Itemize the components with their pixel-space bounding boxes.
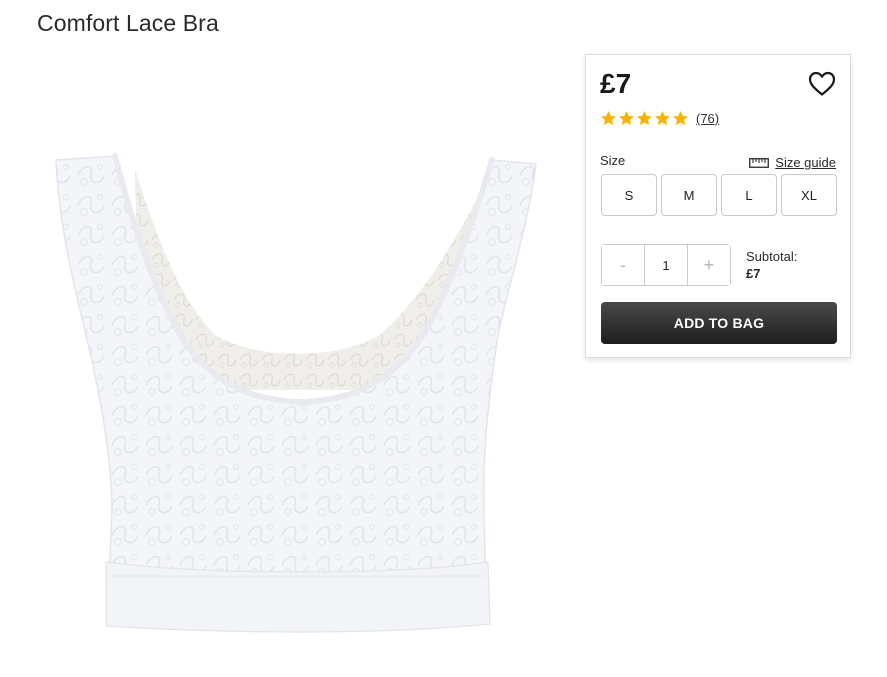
star-icon — [672, 111, 689, 126]
decrement-button[interactable]: - — [602, 245, 644, 285]
star-icon — [636, 111, 653, 126]
rating-stars — [600, 110, 689, 127]
product-image — [40, 130, 560, 650]
subtotal-label: Subtotal: — [746, 249, 798, 264]
size-option-xl[interactable]: XL — [781, 174, 837, 216]
star-icon — [654, 111, 671, 126]
purchase-panel: £7 (76) Size Size guide S M L XL - 1 + S… — [585, 54, 851, 358]
size-option-l[interactable]: L — [721, 174, 777, 216]
wishlist-button[interactable] — [808, 71, 836, 97]
quantity-input[interactable] — [644, 245, 688, 285]
quantity-stepper: - + — [601, 244, 731, 286]
product-page: Comfort Lace Bra £7 (76) Size Size guide… — [0, 0, 887, 677]
size-guide-label: Size guide — [775, 155, 836, 170]
product-price: £7 — [600, 68, 632, 99]
product-title: Comfort Lace Bra — [37, 10, 219, 36]
add-to-bag-button[interactable]: ADD TO BAG — [601, 302, 837, 344]
star-icon — [618, 111, 635, 126]
size-guide-link[interactable]: Size guide — [749, 155, 836, 170]
size-label: Size — [600, 153, 626, 168]
review-count-link[interactable]: (76) — [696, 111, 719, 126]
size-selector: S M L XL — [601, 174, 837, 216]
product-rating: (76) — [600, 110, 719, 127]
increment-button[interactable]: + — [688, 245, 730, 285]
ruler-icon — [749, 157, 770, 168]
size-option-s[interactable]: S — [601, 174, 657, 216]
heart-icon — [808, 71, 836, 96]
subtotal-value: £7 — [746, 266, 761, 281]
size-option-m[interactable]: M — [661, 174, 717, 216]
star-icon — [600, 111, 617, 126]
subtotal: Subtotal: £7 — [746, 248, 797, 282]
